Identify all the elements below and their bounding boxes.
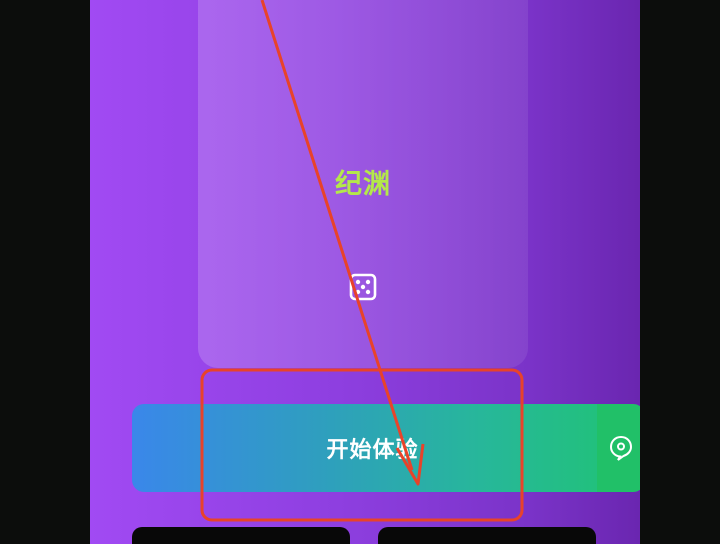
bottom-right-button[interactable] [378,527,596,544]
start-experience-label: 开始体验 [326,438,419,463]
chat-location-icon [609,435,633,461]
chat-location-button[interactable] [597,404,640,492]
start-experience-button[interactable]: 开始体验 [132,404,597,492]
card-title: 纪渊 [335,169,391,200]
character-card[interactable]: 纪渊 [198,0,528,368]
dice-icon[interactable] [348,272,378,302]
app-screen: 纪渊 开始体验 [90,0,640,544]
bottom-left-button[interactable] [132,527,350,544]
right-black-border [640,0,720,544]
left-black-border [0,0,90,544]
